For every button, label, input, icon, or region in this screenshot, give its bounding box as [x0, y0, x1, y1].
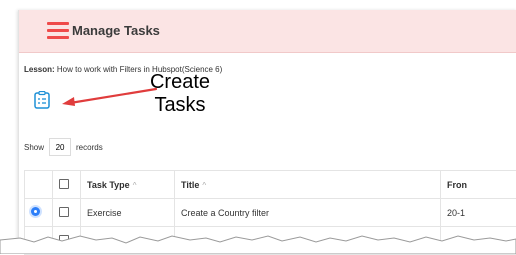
sort-icon[interactable]: ^	[202, 181, 206, 190]
column-label: Title	[181, 180, 199, 190]
show-label: Show	[24, 143, 44, 152]
column-label: Fron	[447, 180, 467, 190]
radio-selected-icon[interactable]	[31, 207, 40, 216]
table-row[interactable]: Exercise Create a Country filter 20-1	[25, 199, 516, 227]
cell-title: Create a Country filter	[175, 199, 441, 227]
page-header: Manage Tasks	[19, 10, 516, 53]
select-all-cell	[53, 171, 81, 199]
cell-task-type: Exercise	[81, 199, 175, 227]
hamburger-icon[interactable]	[47, 22, 69, 39]
records-label: records	[76, 143, 103, 152]
page-title: Manage Tasks	[72, 23, 160, 38]
create-tasks-annotation: Create Tasks	[140, 71, 220, 117]
table-header-row: Task Type^ Title^ Fron	[25, 171, 516, 199]
cell-from: 20-1	[441, 199, 516, 227]
select-all-checkbox[interactable]	[59, 179, 69, 189]
records-per-page: Show records	[24, 138, 103, 156]
column-label: Task Type	[87, 180, 130, 190]
records-count-input[interactable]	[49, 138, 71, 156]
radio-column-header	[25, 171, 53, 199]
annotation-line-2: Tasks	[140, 94, 220, 117]
annotation-line-1: Create	[140, 71, 220, 94]
column-header-from[interactable]: Fron	[441, 171, 516, 199]
sort-icon[interactable]: ^	[133, 181, 137, 190]
column-header-title[interactable]: Title^	[175, 171, 441, 199]
row-radio-cell	[25, 199, 53, 227]
torn-edge	[0, 228, 516, 254]
column-header-task-type[interactable]: Task Type^	[81, 171, 175, 199]
row-checkbox-cell	[53, 199, 81, 227]
lesson-label: Lesson:	[24, 65, 55, 74]
row-checkbox[interactable]	[59, 207, 69, 217]
create-task-icon[interactable]	[34, 91, 50, 109]
